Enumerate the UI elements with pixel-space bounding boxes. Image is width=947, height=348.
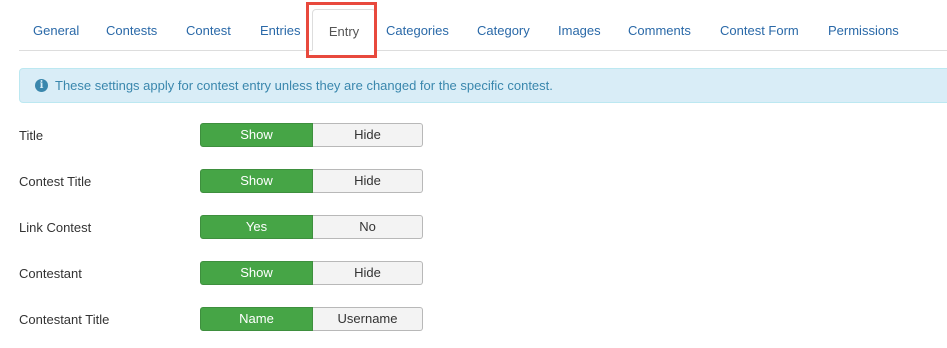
info-alert: i These settings apply for contest entry… xyxy=(19,68,947,103)
settings-page: General Contests Contest Entries Entry C… xyxy=(0,0,947,348)
option-unselected[interactable]: Username xyxy=(313,307,423,331)
option-selected[interactable]: Name xyxy=(200,307,313,331)
toggle-group: Show Hide xyxy=(200,261,423,285)
tab-general[interactable]: General xyxy=(33,9,79,50)
option-unselected[interactable]: Hide xyxy=(313,261,423,285)
toggle-group: Name Username xyxy=(200,307,423,331)
option-selected[interactable]: Show xyxy=(200,169,313,193)
option-unselected[interactable]: No xyxy=(313,215,423,239)
tab-entries[interactable]: Entries xyxy=(260,9,300,50)
setting-row-contest-title: Contest Title Show Hide xyxy=(19,169,429,195)
setting-row-contestant: Contestant Show Hide xyxy=(19,261,429,287)
tab-categories[interactable]: Categories xyxy=(386,9,449,50)
tab-contest[interactable]: Contest xyxy=(186,9,231,50)
setting-label: Contestant xyxy=(19,266,82,281)
setting-label: Link Contest xyxy=(19,220,92,235)
toggle-group: Show Hide xyxy=(200,123,423,147)
alert-message: These settings apply for contest entry u… xyxy=(55,78,553,93)
option-unselected[interactable]: Hide xyxy=(313,169,423,193)
setting-row-link-contest: Link Contest Yes No xyxy=(19,215,429,241)
tab-category[interactable]: Category xyxy=(477,9,530,50)
setting-row-contestant-title: Contestant Title Name Username xyxy=(19,307,429,333)
tab-contests[interactable]: Contests xyxy=(106,9,157,50)
tab-bar: General Contests Contest Entries Entry C… xyxy=(19,9,947,51)
toggle-group: Yes No xyxy=(200,215,423,239)
setting-row-title: Title Show Hide xyxy=(19,123,429,149)
setting-label: Title xyxy=(19,128,44,143)
tab-contest-form[interactable]: Contest Form xyxy=(720,9,799,50)
option-unselected[interactable]: Hide xyxy=(313,123,423,147)
toggle-group: Show Hide xyxy=(200,169,423,193)
info-circle-icon: i xyxy=(35,79,48,92)
setting-label: Contestant Title xyxy=(19,312,110,327)
tab-permissions[interactable]: Permissions xyxy=(828,9,899,50)
option-selected[interactable]: Show xyxy=(200,123,313,147)
tab-comments[interactable]: Comments xyxy=(628,9,691,50)
option-selected[interactable]: Yes xyxy=(200,215,313,239)
setting-label: Contest Title xyxy=(19,174,92,189)
tab-images[interactable]: Images xyxy=(558,9,601,50)
option-selected[interactable]: Show xyxy=(200,261,313,285)
tab-entry[interactable]: Entry xyxy=(312,9,376,51)
